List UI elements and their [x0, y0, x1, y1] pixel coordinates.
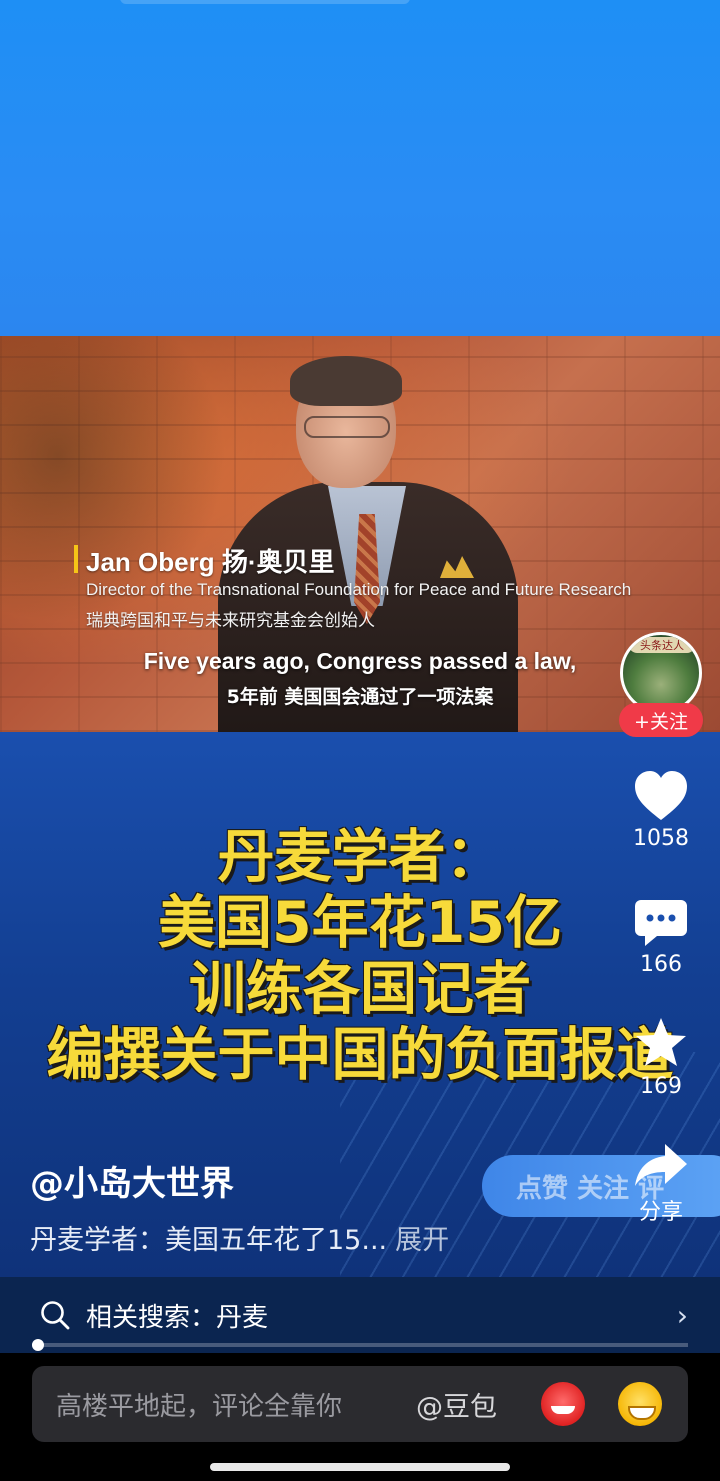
video-description[interactable]: 丹麦学者：美国五年花了15... 展开 — [30, 1218, 449, 1257]
speaker-name: Jan Oberg 扬·奥贝里 — [86, 547, 335, 577]
avatar-badge: 头条达人 — [629, 637, 695, 653]
speaker-title-cn: 瑞典跨国和平与未来研究基金会创始人 — [86, 611, 375, 631]
top-pill — [120, 0, 410, 4]
headline-line: 丹麦学者： — [217, 824, 503, 890]
headline: 丹麦学者： 美国5年花15亿 训练各国记者 编撰关于中国的负面报道 — [0, 824, 720, 1088]
home-indicator — [210, 1463, 510, 1471]
share-button[interactable]: 分享 — [616, 1140, 706, 1226]
heart-icon — [635, 771, 687, 820]
mention-button[interactable]: @豆包 — [416, 1385, 497, 1424]
top-blue-area — [0, 0, 720, 336]
speaker-title-en: Director of the Transnational Foundation… — [86, 580, 632, 599]
creator-handle[interactable]: @小岛大世界 — [30, 1156, 234, 1205]
video-progress-bar[interactable] — [32, 1339, 688, 1351]
favorite-count: 169 — [640, 1074, 682, 1099]
name-accent-bar — [74, 545, 78, 573]
description-text: 丹麦学者：美国五年花了15... — [30, 1225, 388, 1256]
favorite-button[interactable]: 169 — [616, 1016, 706, 1099]
headline-line: 训练各国记者 — [189, 956, 531, 1022]
comment-button[interactable]: 166 — [616, 898, 706, 977]
chevron-right-icon: › — [676, 1299, 688, 1332]
grin-emoji-icon[interactable] — [618, 1382, 662, 1426]
share-icon — [635, 1144, 687, 1186]
comment-count: 166 — [640, 952, 682, 977]
share-label: 分享 — [638, 1200, 683, 1225]
comment-icon — [635, 900, 687, 946]
progress-handle[interactable] — [32, 1339, 44, 1351]
related-search-bar[interactable]: 相关搜索：丹麦 › — [0, 1277, 720, 1353]
comment-placeholder: 高楼平地起，评论全靠你 — [56, 1391, 343, 1422]
follow-button[interactable]: +关注 — [619, 703, 703, 737]
comment-input[interactable]: 高楼平地起，评论全靠你 @豆包 — [32, 1366, 688, 1442]
like-button[interactable]: 1058 — [616, 770, 706, 851]
headline-line: 编撰关于中国的负面报道 — [46, 1022, 674, 1088]
creator-avatar[interactable]: 头条达人 — [620, 632, 702, 714]
video-player[interactable]: Jan Oberg 扬·奥贝里 Director of the Transnat… — [0, 336, 720, 732]
subtitle-en: Five years ago, Congress passed a law, — [143, 648, 577, 674]
expand-link[interactable]: 展开 — [395, 1225, 449, 1256]
headline-line: 美国5年花15亿 — [158, 890, 562, 956]
angry-emoji-icon[interactable] — [541, 1382, 585, 1426]
subtitle-cn: 5年前 美国国会通过了一项法案 — [226, 686, 494, 708]
related-search-label: 相关搜索：丹麦 — [86, 1302, 269, 1333]
like-count: 1058 — [633, 826, 689, 851]
star-icon — [636, 1018, 686, 1066]
search-icon — [41, 1301, 70, 1330]
headline-panel: 丹麦学者： 美国5年花15亿 训练各国记者 编撰关于中国的负面报道 — [0, 732, 720, 1352]
